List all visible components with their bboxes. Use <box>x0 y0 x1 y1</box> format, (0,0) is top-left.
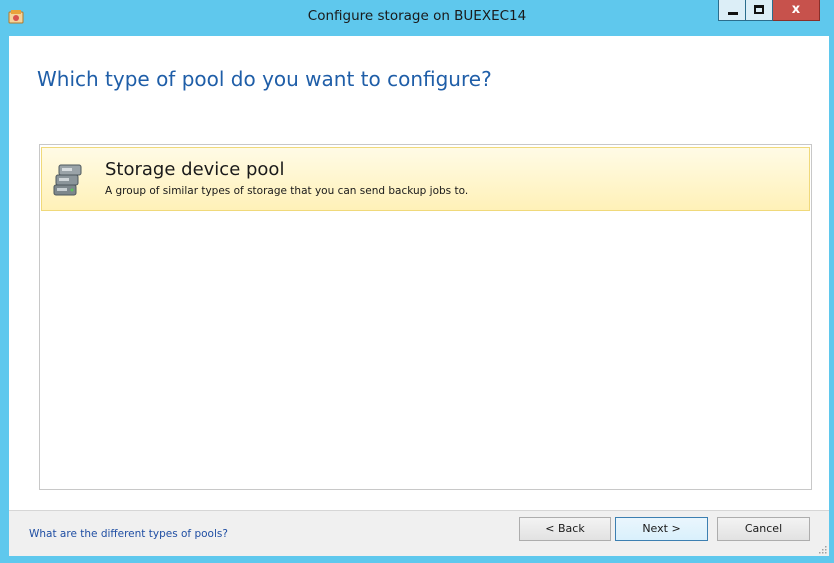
minimize-icon <box>728 12 738 15</box>
cancel-button[interactable]: Cancel <box>717 517 810 541</box>
pool-option-description: A group of similar types of storage that… <box>105 185 469 197</box>
help-link[interactable]: What are the different types of pools? <box>29 528 228 540</box>
close-button[interactable]: x <box>773 0 820 21</box>
back-button[interactable]: < Back <box>519 517 611 541</box>
wizard-content: Which type of pool do you want to config… <box>9 36 829 556</box>
close-icon: x <box>791 2 801 17</box>
next-button[interactable]: Next > <box>615 517 708 541</box>
page-title: Which type of pool do you want to config… <box>37 67 492 91</box>
maximize-icon <box>754 5 764 14</box>
pool-option-title: Storage device pool <box>105 159 285 180</box>
window-title: Configure storage on BUEXEC14 <box>307 8 527 24</box>
title-bar[interactable]: Configure storage on BUEXEC14 x <box>0 0 834 36</box>
wizard-footer: What are the different types of pools? <… <box>9 511 829 556</box>
pool-type-list[interactable]: Storage device pool A group of similar t… <box>39 144 812 490</box>
resize-grip-icon[interactable] <box>817 544 827 554</box>
storage-pool-icon <box>53 164 82 196</box>
minimize-button[interactable] <box>718 0 746 21</box>
maximize-button[interactable] <box>746 0 773 21</box>
pool-option-storage-device-pool[interactable]: Storage device pool A group of similar t… <box>41 147 810 211</box>
wizard-window: Configure storage on BUEXEC14 x Which ty… <box>0 0 834 563</box>
